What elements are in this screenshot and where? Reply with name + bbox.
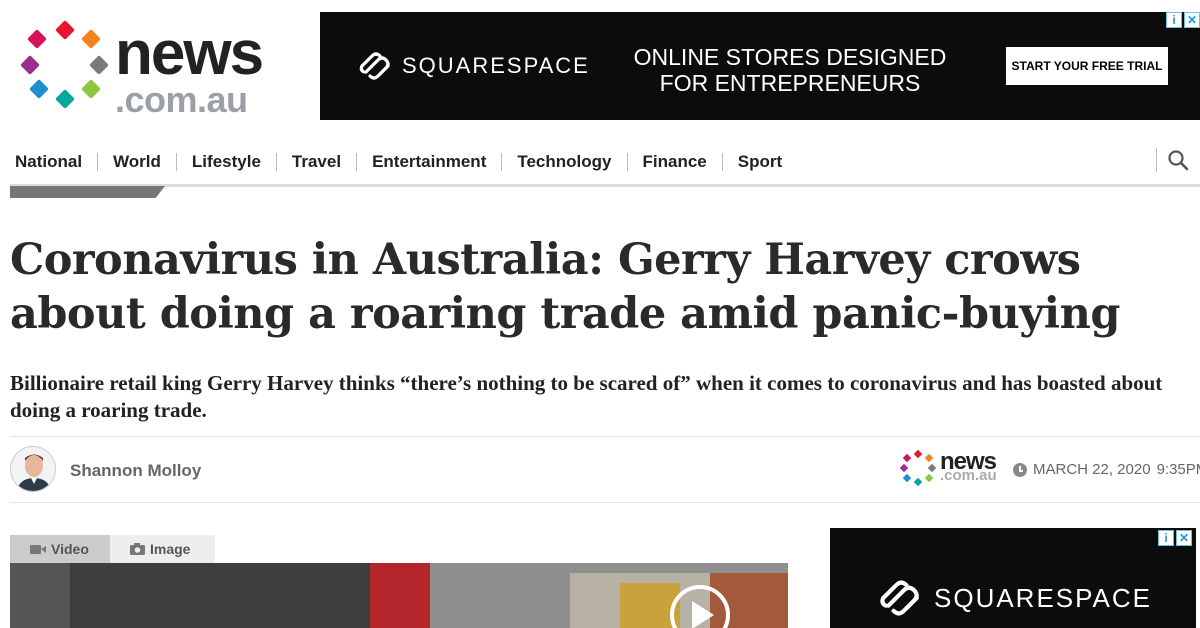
squarespace-logo-icon bbox=[359, 52, 390, 80]
author-name[interactable]: Shannon Molloy bbox=[70, 461, 201, 481]
side-ad-brand: SQUARESPACE bbox=[878, 580, 1152, 616]
logo-dot bbox=[55, 20, 75, 40]
section-tag bbox=[10, 186, 165, 198]
nav-item-lifestyle[interactable]: Lifestyle bbox=[177, 153, 277, 171]
top-banner-ad[interactable]: SQUARESPACE ONLINE STORES DESIGNED FOR E… bbox=[320, 12, 1200, 120]
byline-divider-bottom bbox=[10, 502, 1200, 503]
clock-icon bbox=[1013, 462, 1027, 477]
ad-headline: ONLINE STORES DESIGNED FOR ENTREPRENEURS bbox=[633, 44, 947, 96]
nav-item-finance[interactable]: Finance bbox=[628, 153, 723, 171]
close-icon[interactable]: ✕ bbox=[1176, 530, 1192, 546]
logo-dots bbox=[20, 20, 110, 110]
publish-time: 9:35PM bbox=[1156, 461, 1200, 478]
ad-brand-label: SQUARESPACE bbox=[402, 53, 590, 78]
ad-cta-button[interactable]: START YOUR FREE TRIAL bbox=[1006, 47, 1168, 85]
video-player[interactable] bbox=[10, 563, 788, 628]
ad-choices[interactable]: i ✕ bbox=[1166, 12, 1200, 28]
search-icon[interactable] bbox=[1167, 149, 1189, 171]
tab-video[interactable]: Video bbox=[10, 535, 110, 563]
logo-dot bbox=[89, 55, 109, 75]
tab-image[interactable]: Image bbox=[110, 535, 215, 563]
tab-video-label: Video bbox=[51, 541, 89, 557]
sidebar-ad[interactable]: i ✕ SQUARESPACE bbox=[830, 528, 1196, 628]
source-logo-dots-icon bbox=[900, 450, 936, 486]
logo-word: news bbox=[115, 19, 264, 88]
main-nav: National World Lifestyle Travel Entertai… bbox=[0, 140, 1200, 184]
video-camera-icon bbox=[30, 545, 46, 554]
close-icon[interactable]: ✕ bbox=[1184, 12, 1200, 28]
tab-image-label: Image bbox=[150, 541, 191, 557]
publish-date: MARCH 22, 2020 bbox=[1033, 461, 1151, 478]
source-logo-domain: .com.au bbox=[940, 467, 997, 484]
nav-item-entertainment[interactable]: Entertainment bbox=[357, 153, 503, 171]
logo-dot bbox=[27, 29, 47, 49]
nav-divider bbox=[10, 184, 1200, 187]
media-tabs: Video Image bbox=[10, 535, 215, 563]
info-icon[interactable]: i bbox=[1158, 530, 1174, 546]
author-avatar[interactable] bbox=[10, 446, 56, 492]
search-button[interactable] bbox=[1156, 148, 1190, 172]
info-icon[interactable]: i bbox=[1166, 12, 1182, 28]
squarespace-logo-icon bbox=[880, 580, 919, 616]
logo-dot bbox=[81, 29, 101, 49]
author-photo-icon bbox=[11, 447, 55, 491]
ad-brand: SQUARESPACE bbox=[358, 52, 590, 80]
publish-dateline: MARCH 22, 2020 9:35PM bbox=[1013, 461, 1200, 478]
nav-item-travel[interactable]: Travel bbox=[277, 153, 358, 171]
site-logo[interactable]: news .com.au bbox=[20, 19, 280, 120]
article-standfirst: Billionaire retail king Gerry Harvey thi… bbox=[10, 371, 1163, 422]
side-ad-choices[interactable]: i ✕ bbox=[1158, 530, 1192, 546]
nav-item-world[interactable]: World bbox=[98, 153, 177, 171]
article-headline: Coronavirus in Australia: Gerry Harvey c… bbox=[10, 235, 1120, 339]
nav-item-sport[interactable]: Sport bbox=[723, 153, 797, 171]
byline-divider bbox=[10, 436, 1200, 437]
logo-dot bbox=[29, 79, 49, 99]
camera-icon bbox=[130, 543, 145, 555]
video-thumbnail bbox=[10, 563, 788, 628]
logo-dot bbox=[81, 79, 101, 99]
logo-domain: .com.au bbox=[115, 79, 248, 120]
logo-dot bbox=[20, 55, 40, 75]
source-logo: news .com.au bbox=[900, 450, 1005, 486]
nav-item-technology[interactable]: Technology bbox=[502, 153, 628, 171]
nav-item-national[interactable]: National bbox=[0, 153, 99, 171]
side-ad-brand-label: SQUARESPACE bbox=[934, 582, 1153, 613]
logo-dot bbox=[55, 89, 75, 109]
